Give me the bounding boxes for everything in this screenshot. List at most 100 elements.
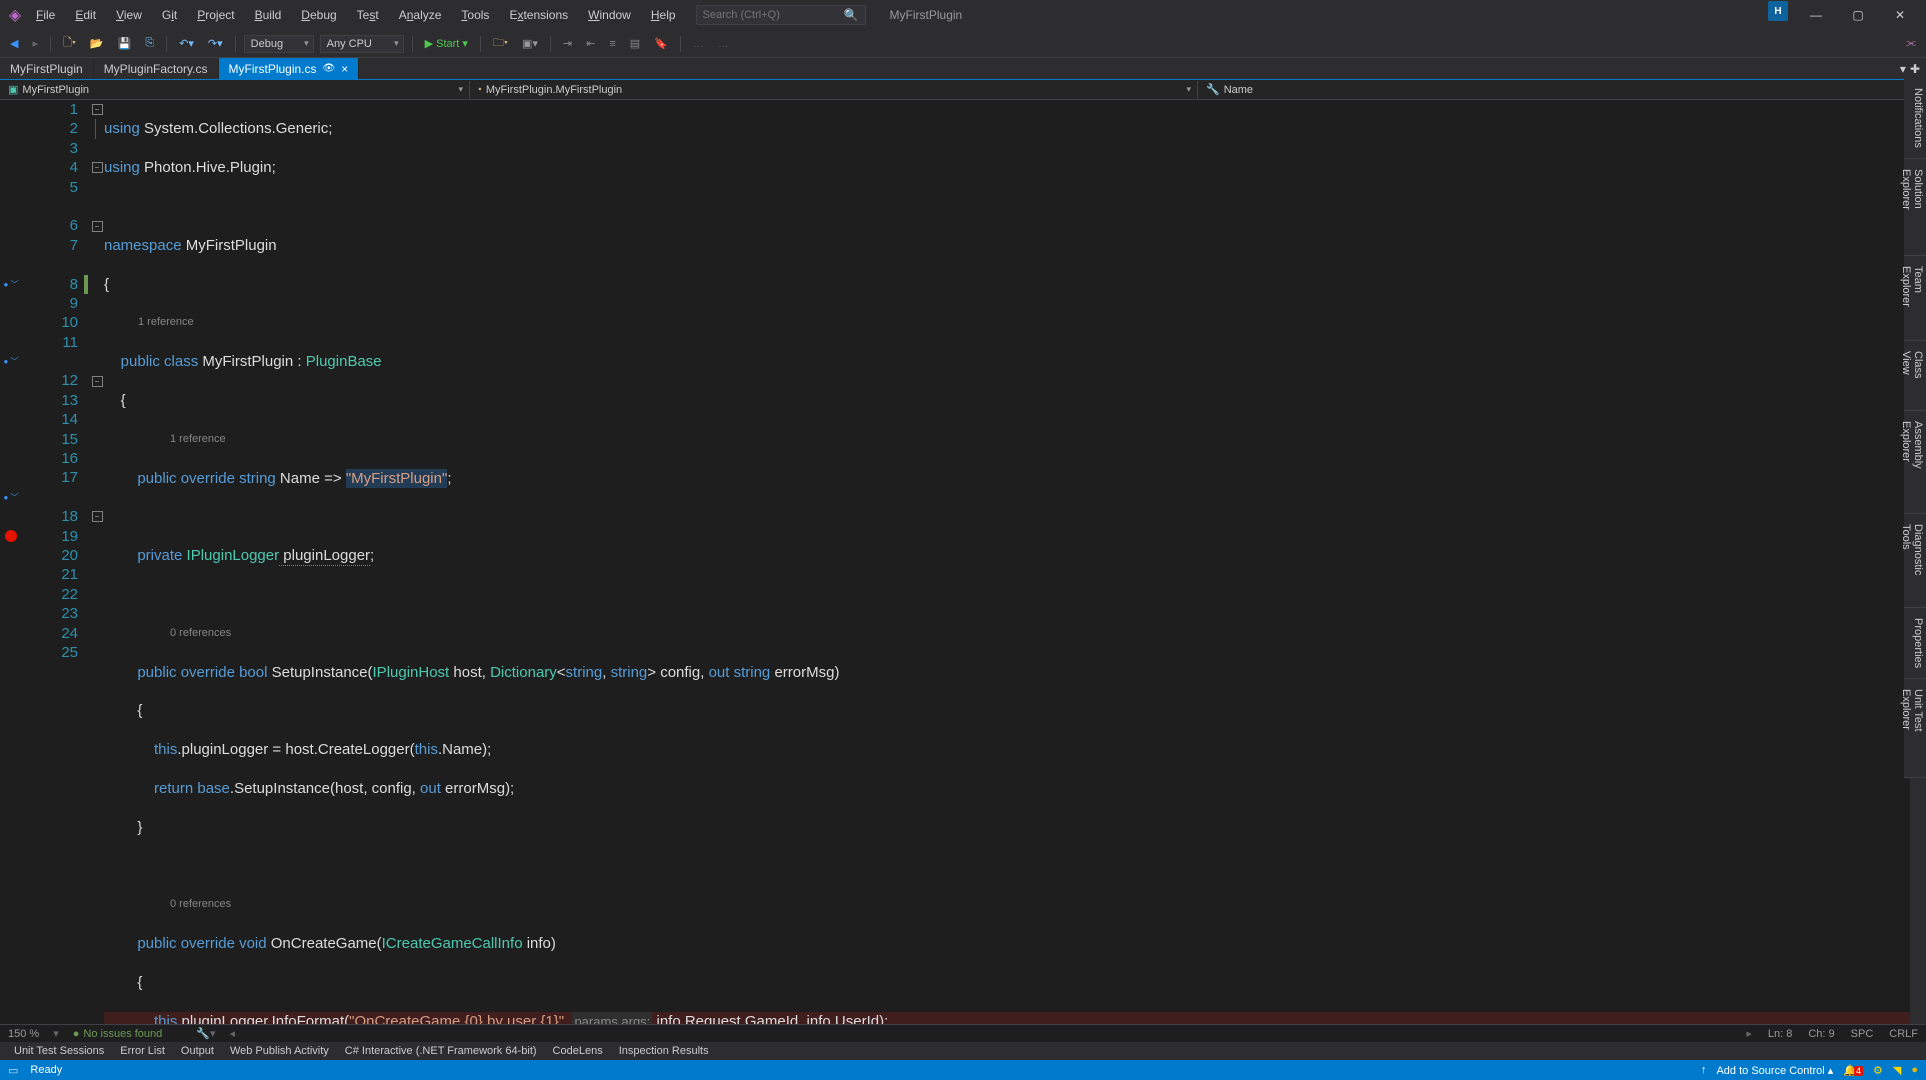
live-share-icon[interactable]: ⫘ <box>1902 35 1920 52</box>
save-all-button[interactable]: ⎘ <box>141 35 158 52</box>
tb-icon-dim1[interactable]: … <box>689 36 708 52</box>
menu-file[interactable]: FFileile <box>28 4 63 26</box>
status-dot-icon[interactable]: ● <box>1911 1064 1918 1076</box>
caret-char[interactable]: Ch: 9 <box>1808 1028 1834 1040</box>
menu-help[interactable]: Help <box>643 4 684 26</box>
side-tab-class-view[interactable]: Class View <box>1904 341 1926 411</box>
minimize-button[interactable]: — <box>1796 1 1836 29</box>
zoom-level[interactable]: 150 % <box>8 1028 39 1040</box>
tool-codelens[interactable]: CodeLens <box>545 1043 611 1059</box>
nav-scope-icon[interactable]: 🔧▾ <box>196 1027 215 1040</box>
side-tab-unit-test-explorer[interactable]: Unit Test Explorer <box>1904 679 1926 778</box>
tool-unit-test-sessions[interactable]: Unit Test Sessions <box>6 1043 112 1059</box>
tab-myfirstplugin-project[interactable]: MyFirstPlugin <box>0 58 94 79</box>
tb-icon-dim2[interactable]: … <box>714 36 733 52</box>
tool-csharp-interactive[interactable]: C# Interactive (.NET Framework 64-bit) <box>337 1043 545 1059</box>
tool-web-publish[interactable]: Web Publish Activity <box>222 1043 337 1059</box>
close-window-button[interactable]: ✕ <box>1880 1 1920 29</box>
tb-icon-step1[interactable]: ⇥ <box>559 35 576 52</box>
menu-debug[interactable]: Debug <box>293 4 344 26</box>
folding-column[interactable]: − − − − − <box>90 100 104 1024</box>
publish-icon[interactable]: ↑ <box>1701 1064 1707 1076</box>
new-project-button[interactable]: 🗋▾ <box>59 32 80 55</box>
tool-error-list[interactable]: Error List <box>112 1043 173 1059</box>
fold-icon[interactable]: − <box>92 511 103 522</box>
status-extra-icon[interactable]: ◥ <box>1893 1064 1901 1077</box>
close-icon[interactable]: × <box>341 62 348 76</box>
menu-tools[interactable]: Tools <box>453 4 497 26</box>
tab-overflow-dropdown[interactable]: ▾ <box>1900 62 1906 76</box>
indent-mode[interactable]: SPC <box>1851 1028 1874 1040</box>
side-tab-notifications[interactable]: Notifications <box>1904 78 1926 159</box>
code-editor[interactable]: ● ﹀ ● ﹀ ● ﹀ 12345 67 891011 121314151617… <box>0 100 1926 1024</box>
menu-project[interactable]: Project <box>189 4 242 26</box>
tab-add-button[interactable]: ✚ <box>1910 62 1920 76</box>
nav-left-icon[interactable]: ◂ <box>230 1027 236 1040</box>
tb-icon-bookmark[interactable]: 🔖 <box>650 35 672 52</box>
feedback-icon[interactable]: ⚙ <box>1873 1064 1883 1077</box>
save-button[interactable]: 💾 <box>114 35 136 52</box>
tb-icon-step3[interactable]: ≡ <box>605 36 619 52</box>
code-content[interactable]: using System.Collections.Generic; using … <box>104 100 1910 1024</box>
codelens-link[interactable]: 1 reference <box>138 313 194 332</box>
menu-view[interactable]: View <box>108 4 150 26</box>
suggestion-glyph-icon[interactable]: ● ﹀ <box>3 492 18 503</box>
search-input[interactable] <box>703 9 823 21</box>
nav-back-button[interactable]: ◀ <box>6 35 22 52</box>
tb-icon-app[interactable]: ▣▾ <box>518 35 542 52</box>
menu-build[interactable]: Build <box>247 4 290 26</box>
side-tab-properties[interactable]: Properties <box>1904 608 1926 679</box>
user-avatar[interactable]: H <box>1768 1 1788 21</box>
line-number-gutter[interactable]: 12345 67 891011 121314151617 18192021222… <box>22 100 84 1024</box>
maximize-button[interactable]: ▢ <box>1838 1 1878 29</box>
fold-icon[interactable]: − <box>92 376 103 387</box>
codelens-link[interactable]: 0 references <box>170 624 231 643</box>
tool-inspection-results[interactable]: Inspection Results <box>611 1043 717 1059</box>
menu-extensions[interactable]: Extensions <box>501 4 576 26</box>
menu-analyze[interactable]: Analyze <box>391 4 450 26</box>
quick-search[interactable]: 🔍 <box>696 5 866 25</box>
notifications-icon[interactable]: 🔔4 <box>1843 1064 1863 1077</box>
suggestion-glyph-icon[interactable]: ● ﹀ <box>3 279 18 290</box>
suggestion-glyph-icon[interactable]: ● ﹀ <box>3 356 18 367</box>
side-tab-diagnostic-tools[interactable]: Diagnostic Tools <box>1904 514 1926 607</box>
t: , <box>564 1012 572 1024</box>
pin-icon[interactable]: 👁 <box>323 63 336 74</box>
issues-indicator[interactable]: ● No issues found <box>73 1028 163 1040</box>
caret-line[interactable]: Ln: 8 <box>1768 1028 1792 1040</box>
add-to-source-control[interactable]: Add to Source Control ▴ <box>1716 1064 1833 1077</box>
tb-icon-comment[interactable]: ▤ <box>626 35 644 52</box>
menu-window[interactable]: Window <box>580 4 639 26</box>
menu-git[interactable]: Git <box>154 4 185 26</box>
glyph-margin[interactable]: ● ﹀ ● ﹀ ● ﹀ <box>0 100 22 1024</box>
tb-icon-browse[interactable]: 🗀▾ <box>489 32 512 55</box>
tab-mypluginfactory[interactable]: MyPluginFactory.cs <box>94 58 219 79</box>
side-tab-assembly-explorer[interactable]: Assembly Explorer <box>1904 411 1926 515</box>
solution-platform-dropdown[interactable]: Any CPU <box>320 35 404 53</box>
line-ending[interactable]: CRLF <box>1889 1028 1918 1040</box>
open-file-button[interactable]: 📂 <box>86 35 108 52</box>
codelens-link[interactable]: 1 reference <box>170 430 226 449</box>
side-tab-team-explorer[interactable]: Team Explorer <box>1904 256 1926 341</box>
tb-icon-step2[interactable]: ⇤ <box>582 35 599 52</box>
menu-edit[interactable]: Edit <box>67 4 104 26</box>
fold-icon[interactable]: − <box>92 162 103 173</box>
solution-config-dropdown[interactable]: Debug <box>244 35 314 53</box>
codelens-link[interactable]: 0 references <box>170 895 231 914</box>
fold-icon[interactable]: − <box>92 221 103 232</box>
tab-myfirstplugin-cs[interactable]: MyFirstPlugin.cs 👁 × <box>219 58 360 79</box>
side-tab-solution-explorer[interactable]: Solution Explorer <box>1904 159 1926 256</box>
menu-test[interactable]: Test <box>349 4 387 26</box>
tool-output[interactable]: Output <box>173 1043 222 1059</box>
nav-forward-button[interactable]: ▸ <box>28 35 42 52</box>
fold-icon[interactable]: − <box>92 104 103 115</box>
redo-button[interactable]: ↷▾ <box>204 35 227 52</box>
nav-scope-dropdown[interactable]: ▣ MyFirstPlugin <box>0 81 470 98</box>
nav-type-dropdown[interactable]: 🞘 MyFirstPlugin.MyFirstPlugin <box>470 81 1198 98</box>
breakpoint-icon[interactable] <box>5 530 17 542</box>
start-debug-button[interactable]: ▶ Start ▾ <box>421 35 472 52</box>
nav-member-dropdown[interactable]: 🔧 Name <box>1198 81 1926 98</box>
nav-right-icon[interactable]: ▸ <box>1746 1027 1752 1040</box>
undo-button[interactable]: ↶▾ <box>175 35 198 52</box>
solution-name-label: MyFirstPlugin <box>890 8 963 22</box>
